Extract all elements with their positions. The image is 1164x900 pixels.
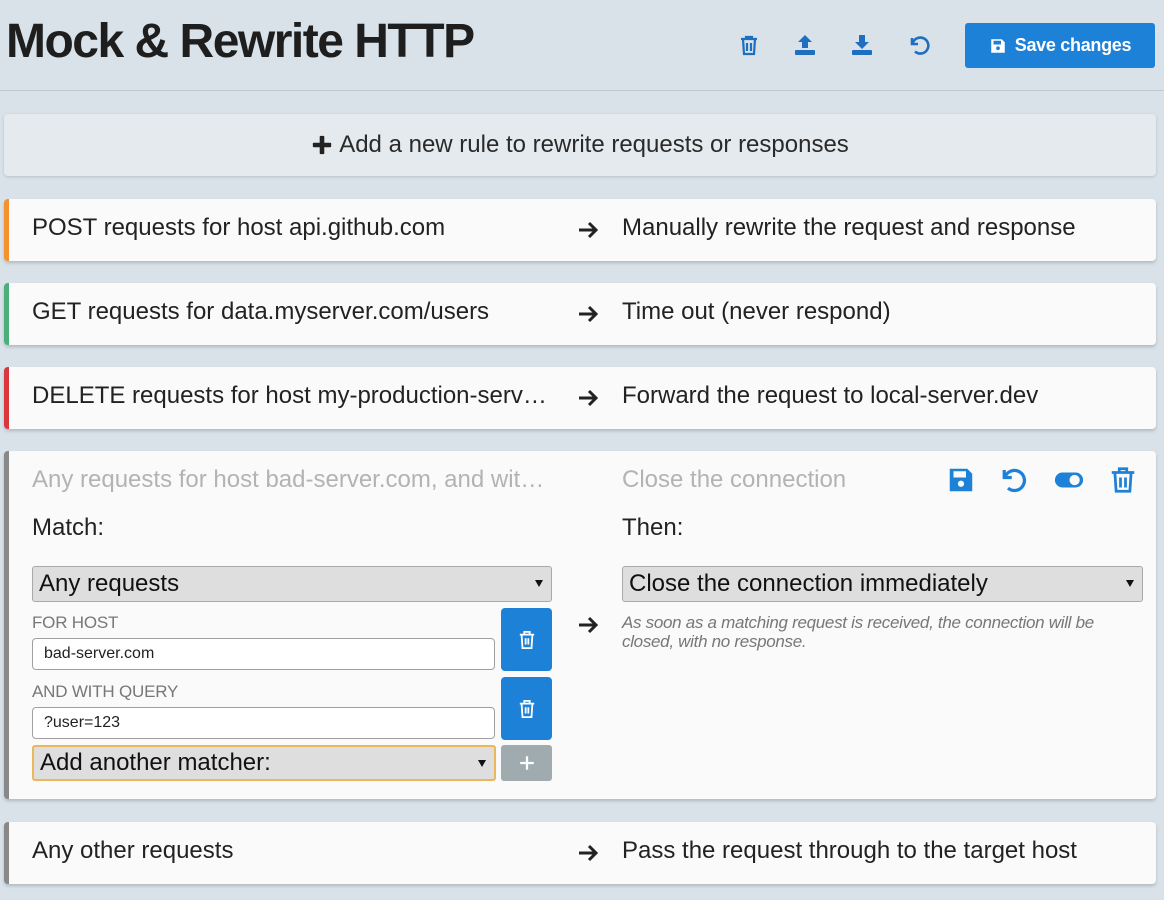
rule-handler: Forward the request to local-server.dev [622,382,1039,409]
matcher-label-host: FOR HOST [32,613,119,632]
rule-row-default[interactable]: Any other requests Pass the request thro… [4,822,1156,884]
add-matcher-value: Add another matcher: [40,749,271,776]
match-type-value: Any requests [39,570,180,597]
floppy-disk-icon [991,38,1005,53]
arrow-right-icon [579,389,599,407]
upload-icon [795,35,815,55]
rule-matcher: DELETE requests for host my-production-s… [32,382,552,409]
then-label: Then: [622,514,684,541]
undo-icon [1002,468,1027,493]
trash-icon [519,630,534,649]
toggle-on-icon [1054,472,1084,488]
rule-matcher: GET requests for data.myserver.com/users [32,298,490,325]
match-label: Match: [32,514,105,541]
rule-handler: Manually rewrite the request and respons… [622,214,1076,241]
delete-query-matcher-button[interactable] [501,677,552,740]
save-rule-button[interactable] [944,463,978,497]
handler-type-select[interactable]: Close the connection immediately [622,566,1143,602]
save-changes-label: Save changes [1014,35,1132,55]
rule-row-delete[interactable]: DELETE requests for host my-production-s… [4,367,1156,429]
add-rule-button[interactable]: Add a new rule to rewrite requests or re… [4,114,1156,176]
trash-icon [519,699,534,718]
add-matcher-select[interactable]: Add another matcher: [32,745,496,781]
arrow-right-icon [579,221,599,239]
rule-row-post[interactable]: POST requests for host api.github.com Ma… [4,199,1156,261]
rule-handler-summary: Close the connection [622,466,847,493]
floppy-disk-icon [949,468,973,492]
save-changes-button[interactable]: Save changes [965,23,1155,68]
add-matcher-button[interactable] [501,745,552,781]
rule-matcher-summary: Any requests for host bad-server.com, an… [32,466,552,493]
host-input-value: bad-server.com [44,645,155,662]
query-input[interactable]: ?user=123 [32,707,495,739]
download-icon [852,35,872,55]
plus-icon [519,756,534,770]
reset-rule-button[interactable] [996,463,1030,497]
match-type-select[interactable]: Any requests [32,566,552,602]
caret-down-icon [478,760,486,767]
matcher-label-query: AND WITH QUERY [32,682,179,701]
arrow-right-icon [579,616,599,634]
add-rule-label: Add a new rule to rewrite requests or re… [339,131,849,158]
import-rules-button[interactable] [791,30,819,60]
trash-icon [741,35,757,56]
rule-row-get[interactable]: GET requests for data.myserver.com/users… [4,283,1156,345]
rule-row-expanded: Any requests for host bad-server.com, an… [4,451,1156,799]
delete-host-matcher-button[interactable] [501,608,552,671]
handler-type-value: Close the connection immediately [629,570,988,597]
toggle-rule-enabled[interactable] [1052,463,1086,497]
delete-rule-button[interactable] [1106,463,1140,497]
rule-handler: Pass the request through to the target h… [622,837,1077,864]
query-input-value: ?user=123 [44,714,121,731]
rule-matcher: Any other requests [32,837,234,864]
handler-description: As soon as a matching request is receive… [622,613,1094,651]
trash-icon [1111,467,1135,493]
rule-handler: Time out (never respond) [622,298,891,325]
arrow-right-icon [579,844,599,862]
undo-icon [910,36,930,55]
page-title: Mock & Rewrite HTTP [6,15,475,68]
page-header: Mock & Rewrite HTTP Save changes [0,0,1164,91]
rule-matcher: POST requests for host api.github.com [32,214,446,241]
reset-rules-button[interactable] [905,30,933,60]
plus-icon [313,135,332,155]
caret-down-icon [535,580,543,587]
host-input[interactable]: bad-server.com [32,638,495,670]
delete-all-rules-button[interactable] [735,30,763,60]
arrow-right-icon [579,305,599,323]
export-rules-button[interactable] [848,30,876,60]
caret-down-icon [1126,580,1134,587]
